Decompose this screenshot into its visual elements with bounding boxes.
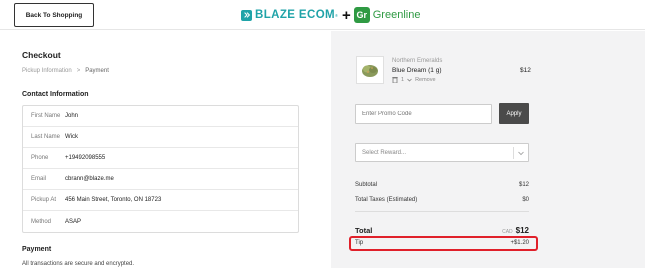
cannabis-bud-icon: [362, 65, 378, 77]
reward-placeholder: Select Reward...: [362, 150, 407, 156]
select-reward-dropdown[interactable]: Select Reward...: [355, 143, 529, 162]
subtotal-value: $12: [518, 182, 529, 188]
order-summary-panel: Northern Emeralds Blue Dream (1 g) 1 Rem…: [331, 31, 645, 268]
currency-code: CAD: [502, 229, 513, 235]
checkout-panel: Checkout Pickup Information > Payment Co…: [0, 31, 331, 268]
trash-icon[interactable]: [392, 76, 398, 83]
summary-divider: [355, 211, 529, 212]
tip-label: Tip: [355, 240, 364, 246]
product-brand: Northern Emeralds: [392, 58, 443, 64]
total-value: $12: [515, 226, 529, 235]
brand-logos: BLAZE ECOM ® + Gr Greenline: [241, 6, 420, 24]
promo-code-input[interactable]: [355, 104, 492, 124]
total-value-group: CAD $12: [502, 226, 529, 235]
greenline-logo-icon: Gr: [353, 7, 370, 23]
chevron-down-icon[interactable]: [517, 149, 525, 157]
taxes-label: Total Taxes (Estimated): [355, 197, 418, 203]
total-row: Total CAD $12: [355, 226, 529, 235]
product-meta: 1 Remove: [392, 76, 436, 83]
contact-label: Email: [31, 176, 47, 182]
breadcrumb-separator: >: [76, 68, 81, 74]
contact-row-phone: Phone +19492098555: [23, 148, 298, 169]
payment-heading: Payment: [22, 246, 52, 253]
subtotal-row: Subtotal $12: [355, 182, 529, 188]
contact-value: +19492098555: [65, 155, 106, 161]
product-image: [356, 56, 384, 84]
contact-information-heading: Contact Information: [22, 91, 89, 98]
contact-information-box: First Name John Last Name Wick Phone +19…: [22, 105, 299, 233]
product-price: $12: [520, 67, 531, 74]
contact-label: Pickup At: [31, 197, 57, 203]
quantity-select[interactable]: 1: [401, 77, 404, 83]
back-to-shopping-button[interactable]: Back To Shopping: [14, 3, 94, 27]
contact-row-pickup-at: Pickup At 456 Main Street, Toronto, ON 1…: [23, 190, 298, 211]
plus-sign: +: [341, 6, 351, 24]
breadcrumb-pickup-information[interactable]: Pickup Information: [22, 68, 72, 74]
breadcrumb-payment: Payment: [85, 68, 109, 74]
tip-row: Tip +$1.20: [355, 240, 529, 246]
contact-row-first-name: First Name John: [23, 106, 298, 127]
contact-label: First Name: [31, 113, 61, 119]
subtotal-label: Subtotal: [355, 182, 378, 188]
contact-label: Phone: [31, 155, 49, 161]
contact-row-last-name: Last Name Wick: [23, 127, 298, 148]
chevron-down-icon[interactable]: [407, 78, 412, 82]
contact-row-method: Method ASAP: [23, 211, 298, 232]
taxes-value: $0: [522, 197, 529, 203]
contact-value: John: [65, 113, 79, 119]
apply-button[interactable]: Apply: [499, 103, 529, 124]
blaze-logo-icon: [241, 9, 252, 21]
product-name: Blue Dream (1 g): [392, 67, 442, 74]
greenline-logo-text: Greenline: [372, 9, 421, 21]
contact-row-email: Email cbrann@blaze.me: [23, 169, 298, 190]
blaze-ecom-logo-text: BLAZE ECOM: [255, 9, 336, 21]
contact-value: cbrann@blaze.me: [65, 176, 114, 182]
payment-subtitle: All transactions are secure and encrypte…: [22, 261, 135, 267]
tip-value: +$1.20: [510, 240, 529, 246]
trademark-mark: ®: [335, 12, 338, 18]
taxes-row: Total Taxes (Estimated) $0: [355, 197, 529, 203]
breadcrumb: Pickup Information > Payment: [22, 68, 109, 74]
top-header: Back To Shopping BLAZE ECOM ® + Gr Green…: [0, 0, 645, 30]
contact-value: 456 Main Street, Toronto, ON 18723: [65, 197, 162, 203]
total-label: Total: [355, 226, 373, 235]
page-title: Checkout: [22, 50, 61, 60]
contact-label: Last Name: [31, 134, 61, 140]
contact-label: Method: [31, 218, 52, 225]
remove-link[interactable]: Remove: [415, 77, 435, 83]
contact-value: ASAP: [65, 218, 82, 225]
dropdown-separator: [513, 147, 514, 159]
contact-value: Wick: [65, 134, 78, 140]
